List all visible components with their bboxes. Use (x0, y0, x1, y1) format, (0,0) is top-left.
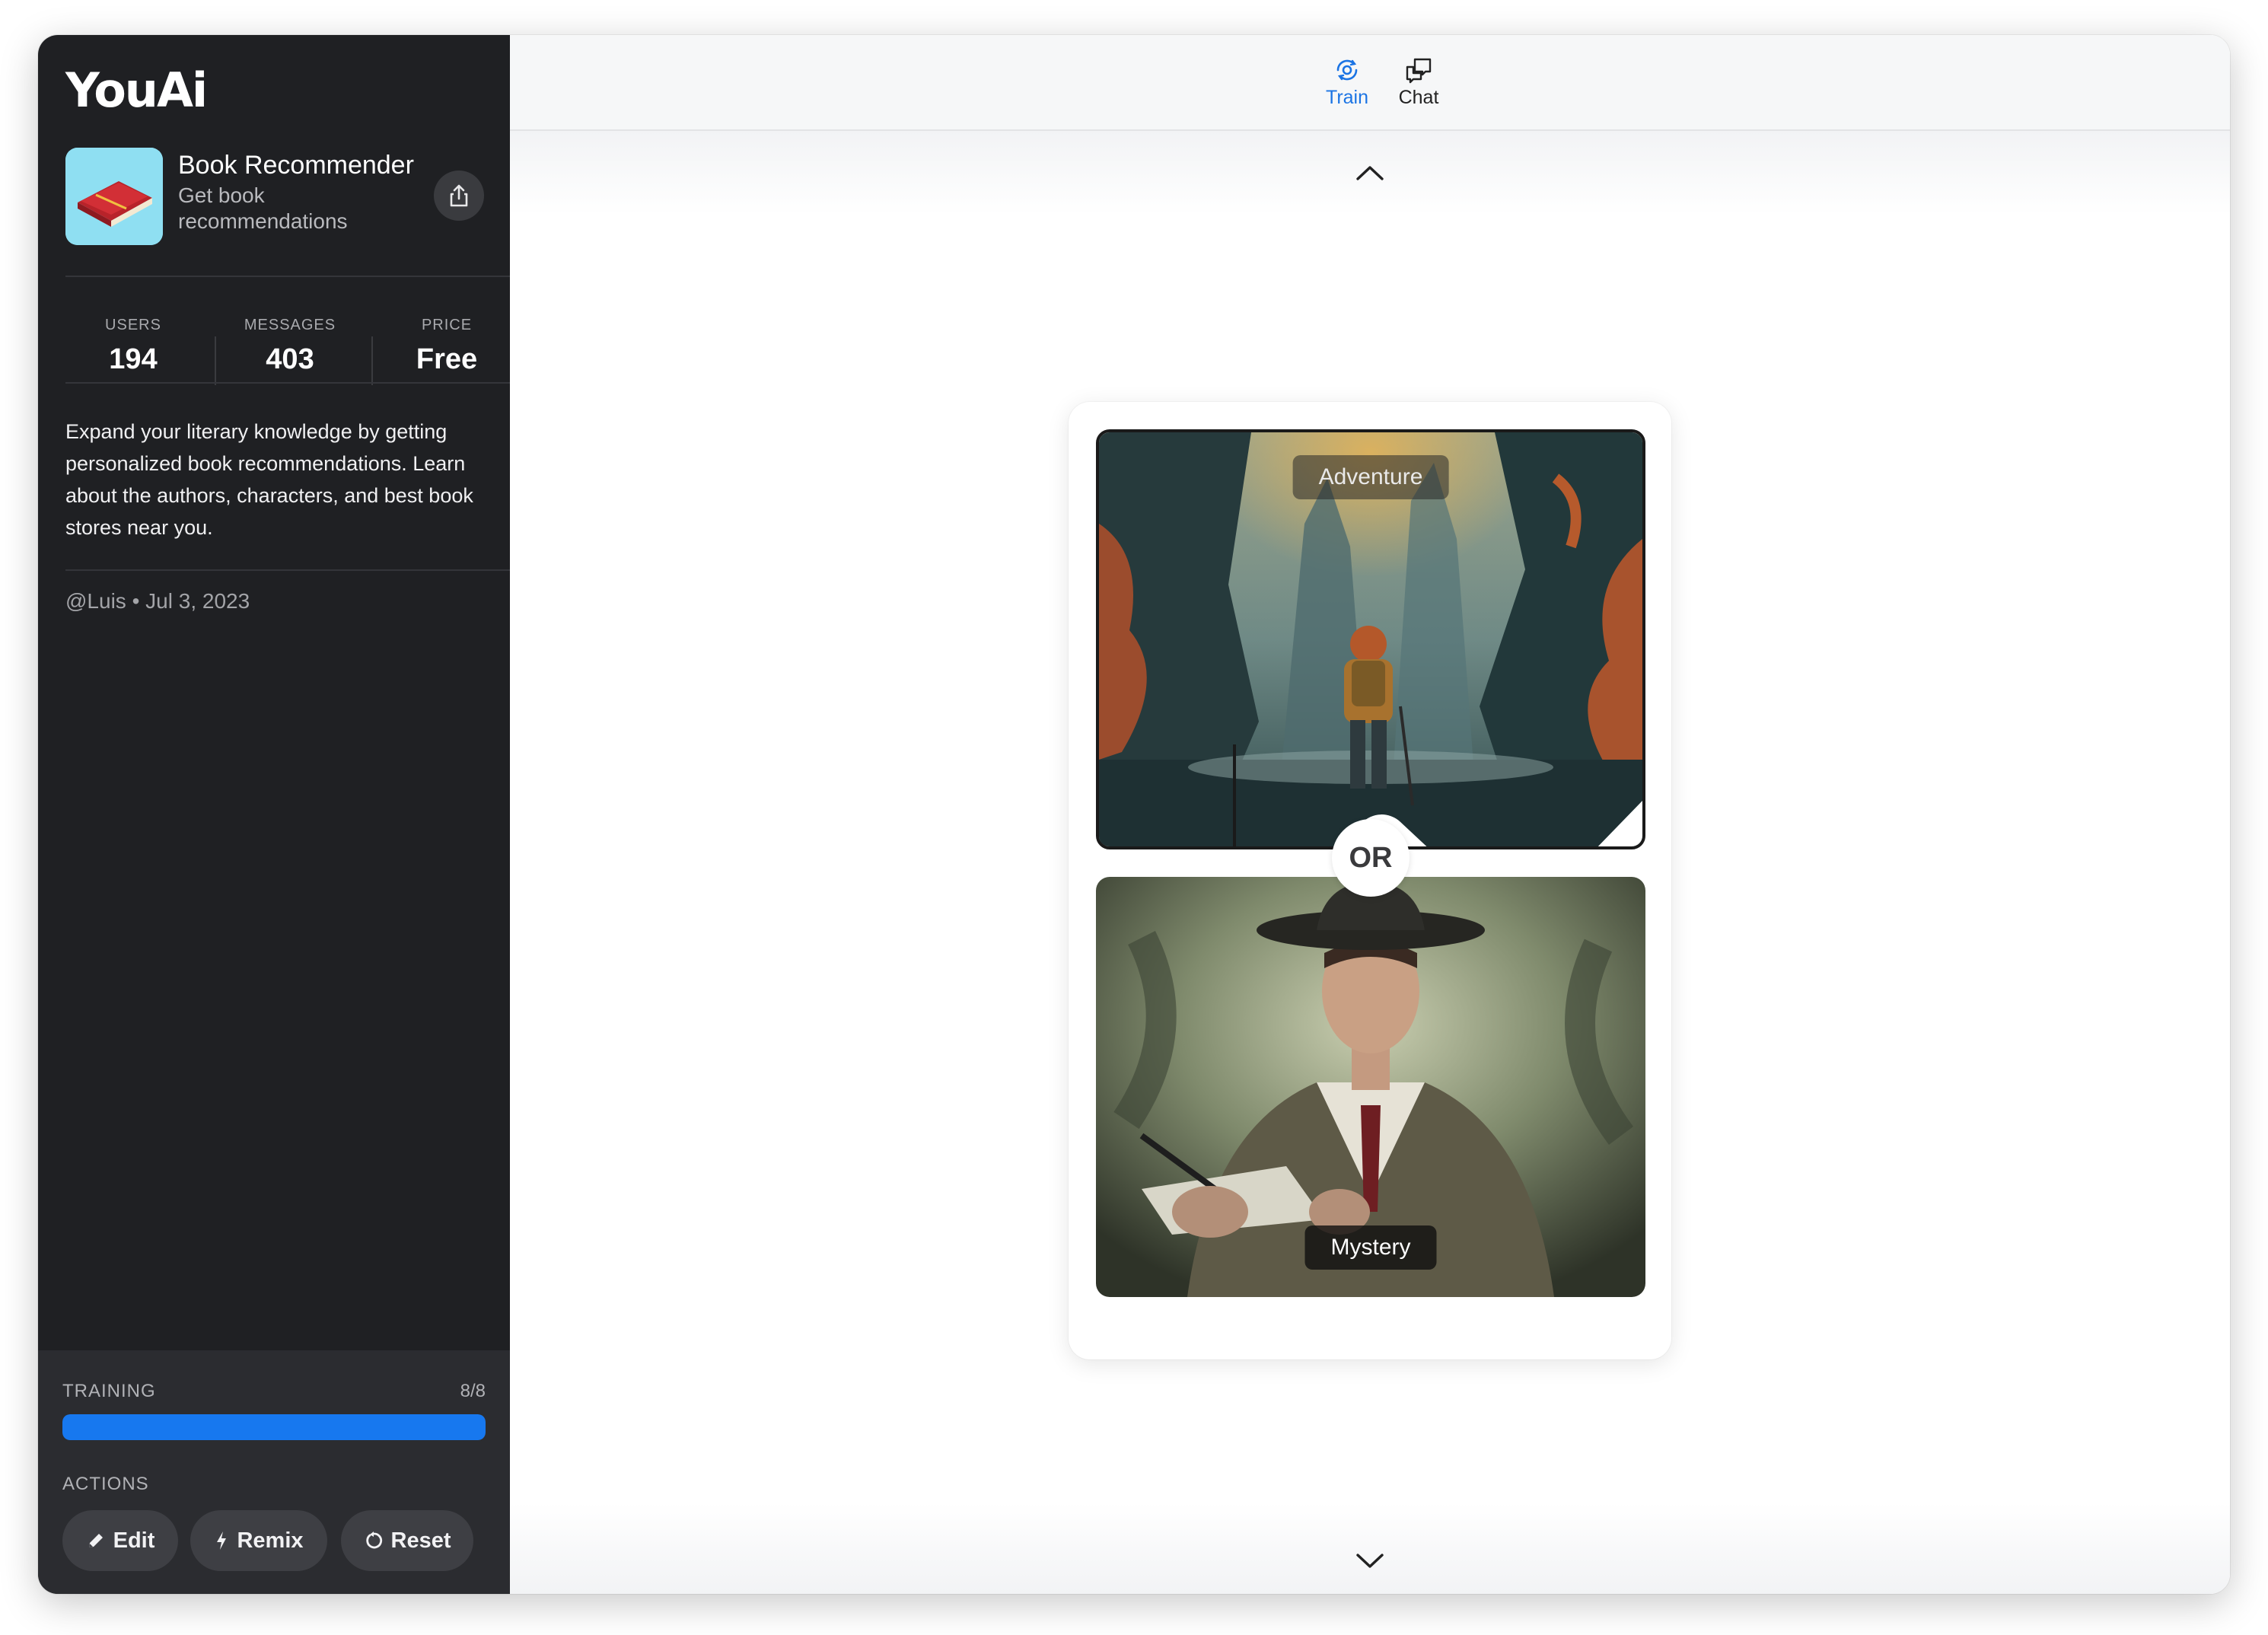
option-adventure-label: Adventure (1292, 455, 1449, 499)
training-progress-bar (62, 1414, 486, 1440)
divider (65, 276, 510, 277)
tab-chat[interactable]: Chat (1377, 53, 1461, 109)
stat-value: Free (416, 343, 478, 375)
edit-button[interactable]: Edit (62, 1510, 178, 1571)
app-name: Book Recommender (178, 151, 414, 180)
app-description: Expand your literary knowledge by gettin… (65, 420, 473, 539)
train-icon (1336, 59, 1358, 81)
reset-button[interactable]: Reset (341, 1510, 473, 1571)
option-mystery-label: Mystery (1304, 1225, 1437, 1270)
option-mystery[interactable]: Mystery (1096, 877, 1645, 1297)
remix-label: Remix (237, 1528, 304, 1553)
scroll-down-button[interactable] (1353, 1550, 1387, 1573)
remix-button[interactable]: Remix (190, 1510, 327, 1571)
meta-separator: • (132, 589, 140, 613)
choice-card: Adventure Mystery OR (1069, 402, 1671, 1359)
or-badge: OR (1332, 819, 1410, 897)
scroll-up-button[interactable] (1353, 161, 1387, 184)
pencil-icon (88, 1534, 103, 1547)
training-label: TRAINING (62, 1381, 156, 1401)
share-icon (450, 184, 468, 207)
book-icon (65, 148, 163, 245)
sidebar: YouAi Book Recommender Get book recommen… (38, 35, 510, 1594)
publish-date: Jul 3, 2023 (145, 589, 250, 613)
edit-label: Edit (113, 1528, 155, 1553)
divider (65, 382, 510, 384)
scroll-fade-bottom (510, 1503, 2230, 1594)
stats-row: USERS 194 MESSAGES 403 PRICE Free (65, 317, 510, 400)
app-thumbnail (65, 148, 163, 245)
stat-label: PRICE (421, 317, 473, 333)
reset-label: Reset (390, 1528, 451, 1553)
share-button[interactable] (434, 171, 484, 221)
bolt-icon (217, 1531, 227, 1550)
app-header: Book Recommender Get book recommendation… (65, 148, 484, 247)
brand-logo[interactable]: YouAi (65, 62, 208, 118)
main-area: Train Chat Adventure Mystery OR (510, 35, 2230, 1594)
divider (65, 569, 510, 571)
training-progress-fill (62, 1414, 486, 1440)
chevron-up-icon (1356, 166, 1384, 180)
stat-value: 403 (266, 343, 314, 375)
stat-label: MESSAGES (244, 317, 336, 333)
option-adventure[interactable]: Adventure (1096, 429, 1645, 849)
top-tab-bar: Train Chat (510, 35, 2230, 131)
chevron-down-icon (1356, 1554, 1384, 1568)
training-count: 8/8 (460, 1381, 486, 1401)
stat-value: 194 (109, 343, 158, 375)
stat-label: USERS (105, 317, 161, 333)
app-window: YouAi Book Recommender Get book recommen… (38, 35, 2230, 1594)
app-subtitle: Get book recommendations (178, 183, 348, 233)
reset-icon (365, 1531, 382, 1549)
checkmark-icon (1354, 801, 1642, 846)
training-panel: TRAINING 8/8 ACTIONS Edit Remix Reset (38, 1350, 510, 1594)
tab-chat-label: Chat (1398, 87, 1439, 108)
author-meta: @Luis • Jul 3, 2023 (65, 589, 250, 614)
author-name[interactable]: @Luis (65, 589, 126, 613)
chat-icon (1406, 58, 1432, 84)
actions-label: ACTIONS (62, 1474, 149, 1494)
stat-price: PRICE Free (368, 317, 525, 376)
stat-users: USERS 194 (55, 317, 212, 376)
stat-messages: MESSAGES 403 (212, 317, 368, 376)
